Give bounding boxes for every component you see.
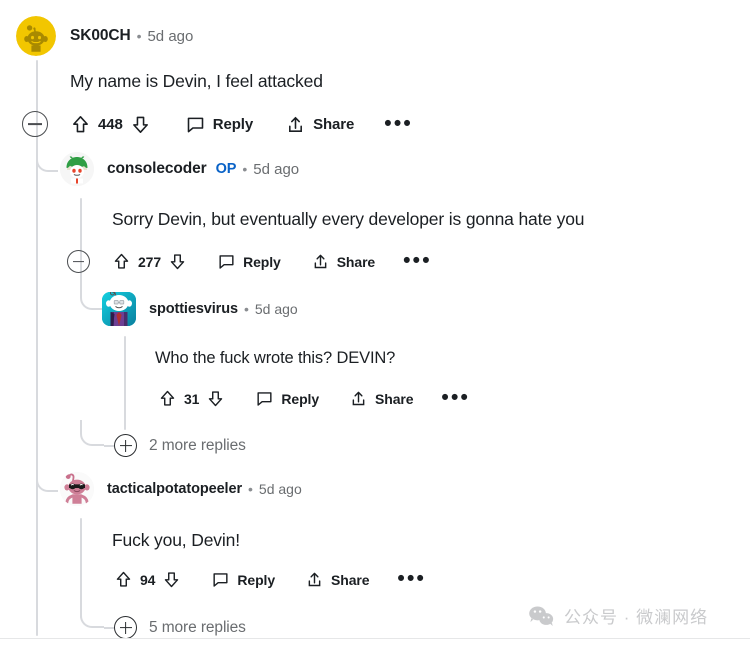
more-options-icon[interactable]: •••: [441, 387, 470, 409]
comment-actions-sk00ch: 448 Reply Share •••: [22, 111, 413, 137]
comment-author-consolecoder[interactable]: consolecoder: [107, 160, 207, 178]
upvote-arrow-icon[interactable]: [70, 114, 91, 135]
thread-stub-2-more-replies: [104, 445, 114, 447]
comment-bubble-icon: [213, 573, 228, 587]
share-button-sk00ch[interactable]: Share: [285, 114, 354, 135]
reply-label: Reply: [212, 115, 254, 133]
comment-body-tacticalpotatopeeler: Fuck you, Devin!: [112, 530, 240, 550]
wechat-watermark: 公众号 · 微澜网络: [528, 603, 708, 628]
comment-body-sk00ch: My name is Devin, I feel attacked: [70, 71, 323, 91]
meta-separator: •: [242, 161, 248, 177]
thread-elbow-to-spottiesvirus: [80, 284, 102, 310]
reply-button-spottiesvirus[interactable]: Reply: [255, 389, 319, 408]
reply-button-sk00ch[interactable]: Reply: [185, 114, 253, 135]
share-label: Share: [375, 390, 414, 407]
more-replies-2[interactable]: 2 more replies: [114, 434, 246, 457]
downvote-arrow-icon[interactable]: [206, 389, 225, 408]
thread-elbow-5-more-replies: [80, 602, 104, 628]
watermark-text: 公众号 · 微澜网络: [564, 608, 709, 627]
comment-header-spottiesvirus: spottiesvirus • 5d ago: [102, 292, 298, 326]
op-badge: OP: [215, 161, 237, 177]
downvote-arrow-icon[interactable]: [162, 570, 181, 589]
reply-label: Reply: [243, 253, 281, 270]
snoo-teal-purple-avatar[interactable]: [102, 292, 136, 326]
more-replies-label: 5 more replies: [149, 618, 246, 636]
comment-header-consolecoder: consolecoder OP • 5d ago: [60, 152, 299, 186]
bottom-divider: [0, 638, 750, 639]
vote-group-tacticalpotatopeeler: 94: [114, 570, 181, 589]
comment-body-consolecoder: Sorry Devin, but eventually every develo…: [112, 209, 585, 229]
expand-plus-icon[interactable]: [114, 616, 137, 639]
expand-plus-icon[interactable]: [114, 434, 137, 457]
comment-timestamp-consolecoder: 5d ago: [253, 160, 300, 178]
share-arrow-icon: [314, 254, 327, 269]
vote-group-spottiesvirus: 31: [158, 389, 225, 408]
thread-stub-5-more-replies: [104, 627, 114, 629]
thread-line-depth-2: [124, 336, 126, 430]
downvote-arrow-icon[interactable]: [168, 252, 187, 271]
reply-button-tacticalpotatopeeler[interactable]: Reply: [211, 570, 275, 589]
vote-group-consolecoder: 277: [112, 252, 187, 271]
more-replies-5[interactable]: 5 more replies: [114, 616, 246, 639]
downvote-arrow-icon[interactable]: [130, 114, 151, 135]
vote-group-sk00ch: 448: [70, 114, 151, 135]
comment-author-sk00ch[interactable]: SK00CH: [70, 27, 131, 45]
comment-timestamp-tacticalpotatopeeler: 5d ago: [258, 481, 302, 497]
snoo-pink-sunglasses-avatar[interactable]: [60, 472, 94, 506]
share-button-consolecoder[interactable]: Share: [311, 252, 375, 271]
comment-thread-root: SK00CH • 5d ago My name is Devin, I feel…: [0, 0, 750, 646]
comment-header-tacticalpotatopeeler: tacticalpotatopeeler • 5d ago: [60, 472, 302, 506]
comment-score-tacticalpotatopeeler: 94: [140, 571, 156, 588]
wechat-icon: [529, 605, 554, 626]
share-label: Share: [336, 253, 376, 270]
thread-elbow-2-more-replies: [80, 420, 104, 446]
upvote-arrow-icon[interactable]: [114, 570, 133, 589]
comment-score-consolecoder: 277: [138, 253, 162, 270]
share-label: Share: [331, 571, 370, 588]
thread-elbow-to-tacticalpotatopeeler: [36, 466, 58, 492]
comment-author-spottiesvirus[interactable]: spottiesvirus: [149, 301, 238, 317]
reply-label: Reply: [281, 390, 319, 407]
comment-actions-spottiesvirus: 31 Reply Share •••: [158, 387, 470, 409]
more-options-icon[interactable]: •••: [384, 112, 413, 134]
comment-body-spottiesvirus: Who the fuck wrote this? DEVIN?: [155, 349, 396, 367]
share-arrow-icon: [352, 391, 365, 406]
more-replies-label: 2 more replies: [149, 436, 246, 454]
comment-timestamp-sk00ch: 5d ago: [147, 27, 194, 45]
upvote-arrow-icon[interactable]: [158, 389, 177, 408]
meta-separator: •: [136, 28, 142, 44]
meta-separator: •: [243, 301, 249, 317]
comment-timestamp-spottiesvirus: 5d ago: [254, 301, 298, 317]
comment-author-tacticalpotatopeeler[interactable]: tacticalpotatopeeler: [107, 481, 242, 497]
comment-bubble-icon: [257, 392, 272, 406]
collapse-comment-button-consolecoder[interactable]: [67, 250, 90, 273]
thread-line-depth-1-a: [80, 198, 82, 294]
thread-elbow-to-consolecoder: [36, 146, 58, 172]
comment-actions-consolecoder: 277 Reply Share •••: [67, 250, 432, 273]
collapse-comment-button-sk00ch[interactable]: [22, 111, 48, 137]
comment-score-spottiesvirus: 31: [184, 390, 200, 407]
meta-separator: •: [248, 481, 253, 497]
comment-score-sk00ch: 448: [98, 115, 123, 133]
snoo-yellow-avatar[interactable]: [16, 16, 56, 56]
share-arrow-icon: [289, 116, 303, 132]
comment-bubble-icon: [187, 117, 204, 132]
share-button-spottiesvirus[interactable]: Share: [349, 389, 414, 408]
comment-bubble-icon: [219, 255, 234, 269]
upvote-arrow-icon[interactable]: [112, 252, 131, 271]
reply-label: Reply: [237, 571, 275, 588]
comment-header-sk00ch: SK00CH • 5d ago: [16, 16, 193, 56]
share-button-tacticalpotatopeeler[interactable]: Share: [305, 570, 370, 589]
more-options-icon[interactable]: •••: [403, 250, 432, 272]
snoo-green-hood-avatar[interactable]: [60, 152, 94, 186]
more-options-icon[interactable]: •••: [397, 568, 426, 590]
share-label: Share: [313, 115, 355, 133]
share-arrow-icon: [308, 572, 321, 587]
reply-button-consolecoder[interactable]: Reply: [217, 252, 281, 271]
comment-actions-tacticalpotatopeeler: 94 Reply Share •••: [114, 568, 426, 590]
